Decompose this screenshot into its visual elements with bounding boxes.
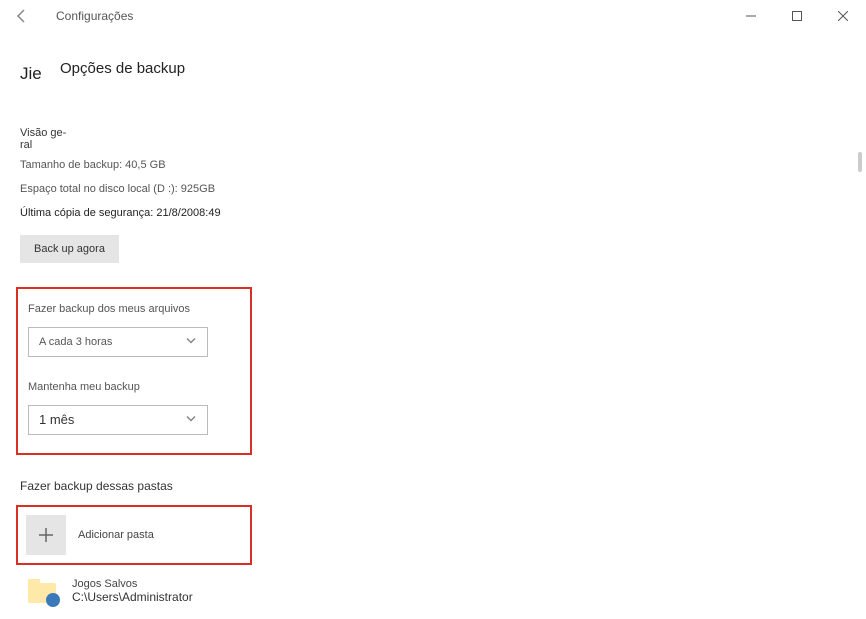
- chevron-down-icon: [185, 335, 197, 350]
- disk-space-text: Espaço total no disco local (D :): 925GB: [20, 183, 866, 195]
- backup-size-text: Tamanho de backup: 40,5 GB: [20, 159, 866, 171]
- retention-label: Mantenha meu backup: [28, 381, 240, 393]
- frequency-value: A cada 3 horas: [39, 336, 112, 348]
- window-title: Configurações: [56, 9, 133, 23]
- scrollbar-thumb[interactable]: [858, 152, 862, 172]
- folders-heading: Fazer backup dessas pastas: [20, 479, 866, 493]
- overview-heading: Visão ge-ral: [20, 127, 70, 151]
- window-controls: [728, 0, 866, 32]
- folder-name: Jogos Salvos: [72, 578, 193, 590]
- back-button[interactable]: [10, 4, 34, 28]
- close-button[interactable]: [820, 0, 866, 32]
- maximize-button[interactable]: [774, 0, 820, 32]
- folder-list-item[interactable]: Jogos Salvos C:\Users\Administrator: [28, 575, 866, 607]
- folder-icon: [28, 575, 60, 607]
- retention-select[interactable]: 1 mês: [28, 405, 208, 435]
- titlebar: Configurações: [0, 0, 866, 32]
- backup-schedule-panel: Fazer backup dos meus arquivos A cada 3 …: [16, 287, 252, 455]
- folder-path: C:\Users\Administrator: [72, 590, 193, 604]
- add-folder-label: Adicionar pasta: [78, 529, 154, 541]
- frequency-select[interactable]: A cada 3 horas: [28, 327, 208, 357]
- frequency-label: Fazer backup dos meus arquivos: [28, 303, 240, 315]
- add-folder-button[interactable]: Adicionar pasta: [16, 505, 252, 565]
- last-backup-text: Última cópia de segurança: 21/8/2008:49: [20, 207, 866, 219]
- minimize-button[interactable]: [728, 0, 774, 32]
- page-title: Opções de backup: [60, 60, 866, 77]
- user-label: Jie: [20, 64, 42, 84]
- content-area: Jie Opções de backup Visão ge-ral Tamanh…: [0, 32, 866, 607]
- folder-text-group: Jogos Salvos C:\Users\Administrator: [72, 578, 193, 604]
- chevron-down-icon: [185, 413, 197, 428]
- scrollbar[interactable]: [854, 152, 866, 607]
- backup-now-button[interactable]: Back up agora: [20, 235, 119, 263]
- retention-value: 1 mês: [39, 413, 74, 427]
- plus-icon: [26, 515, 66, 555]
